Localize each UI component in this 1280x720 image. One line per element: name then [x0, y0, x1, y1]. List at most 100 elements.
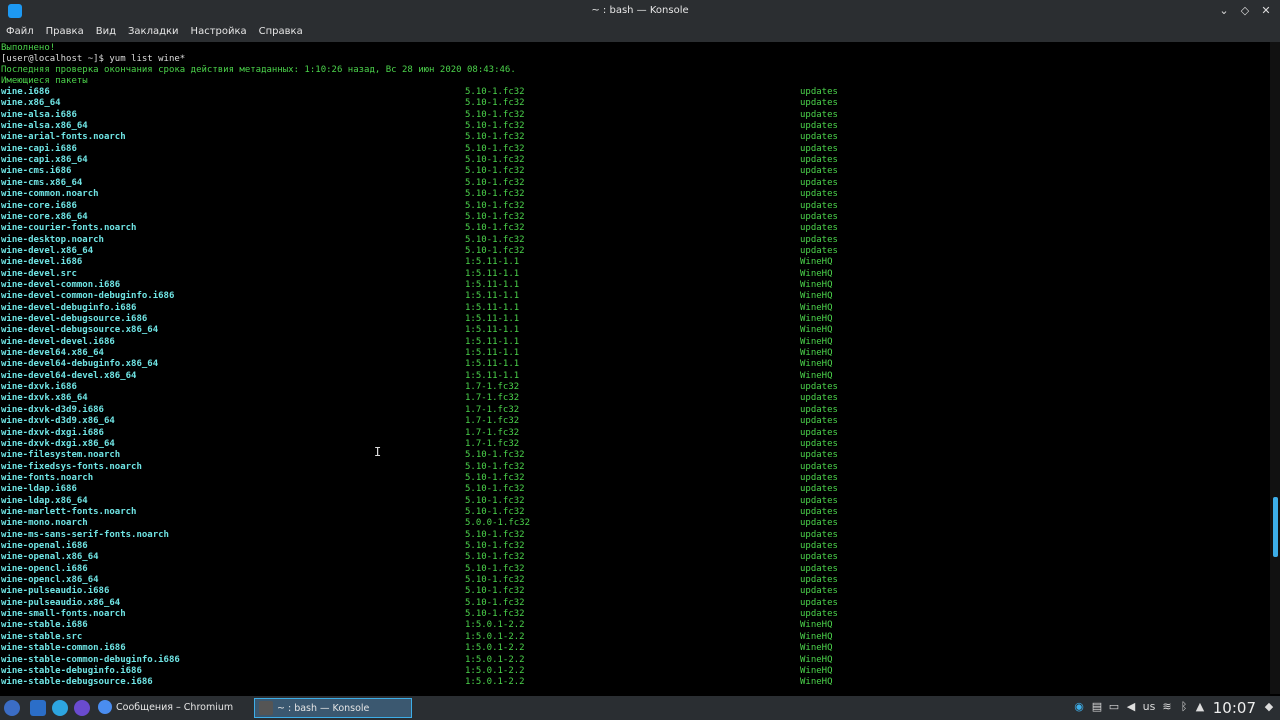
- keyboard-layout[interactable]: us: [1140, 700, 1158, 714]
- package-repo: updates: [800, 143, 838, 154]
- package-row: wine-capi.x86_64 5.10-1.fc32 updates: [0, 155, 1270, 166]
- package-name: wine-mono.noarch: [1, 518, 88, 529]
- package-name: wine-fonts.noarch: [1, 472, 94, 483]
- package-repo: WineHQ: [800, 631, 833, 642]
- package-repo: WineHQ: [800, 314, 833, 324]
- task-chromium-label: Сообщения – Chromium: [116, 702, 234, 713]
- package-name: wine-cms.x86_64: [1, 177, 83, 188]
- menu-help[interactable]: Справка: [259, 22, 309, 42]
- package-repo: updates: [800, 450, 838, 461]
- package-version: 1.7-1.fc32: [465, 438, 520, 449]
- package-row: wine-devel-common.i686 1:5.11-1.1 WineHQ: [0, 280, 1270, 291]
- package-row: wine-opencl.i686 5.10-1.fc32 updates: [0, 564, 1270, 575]
- package-version: 1:5.0.1-2.2: [465, 643, 525, 654]
- package-repo: WineHQ: [800, 336, 833, 347]
- package-name: wine-alsa.x86_64: [1, 121, 88, 132]
- package-row: wine-dxvk-dxgi.x86_64 1.7-1.fc32 updates: [0, 439, 1270, 450]
- package-repo: updates: [800, 586, 838, 597]
- package-name: wine-openal.i686: [1, 541, 88, 551]
- konsole-icon: [259, 701, 273, 715]
- expand-tray-icon[interactable]: ▲: [1193, 700, 1207, 714]
- package-repo: WineHQ: [800, 620, 833, 631]
- package-repo: updates: [800, 166, 838, 177]
- menu-view[interactable]: Вид: [96, 22, 122, 42]
- package-repo: updates: [800, 472, 838, 483]
- package-version: 1:5.0.1-2.2: [465, 665, 525, 676]
- package-repo: updates: [800, 563, 838, 574]
- package-name: wine-devel-common-debuginfo.i686: [1, 291, 175, 302]
- terminal-scrollbar[interactable]: [1270, 42, 1280, 694]
- package-repo: updates: [800, 393, 838, 404]
- text-cursor-icon: I: [374, 445, 382, 459]
- package-name: wine-cms.i686: [1, 166, 72, 177]
- window-titlebar[interactable]: ~ : bash — Konsole ⌄ ◇ ✕: [0, 0, 1280, 22]
- terminal-line-available: Имеющиеся пакеты: [1, 76, 88, 86]
- task-konsole[interactable]: ~ : bash — Konsole: [254, 698, 412, 718]
- minimize-icon[interactable]: ⌄: [1216, 3, 1232, 19]
- package-name: wine-small-fonts.noarch: [1, 609, 126, 620]
- package-repo: updates: [800, 177, 838, 188]
- package-row: wine-devel-common-debuginfo.i686 1:5.11-1…: [0, 291, 1270, 302]
- package-repo: updates: [800, 245, 838, 256]
- scrollbar-thumb[interactable]: [1273, 497, 1278, 557]
- terminal-line-command: [user@localhost ~]$ yum list wine*: [1, 54, 186, 64]
- menu-file[interactable]: Файл: [6, 22, 40, 42]
- package-version: 5.10-1.fc32: [465, 132, 525, 143]
- package-name: wine-pulseaudio.i686: [1, 586, 110, 597]
- application-launcher-icon[interactable]: [4, 700, 20, 716]
- volume-icon[interactable]: ◀: [1124, 700, 1138, 714]
- clock[interactable]: 10:07: [1213, 698, 1256, 718]
- browser-icon[interactable]: [74, 700, 90, 716]
- package-repo: WineHQ: [800, 677, 833, 688]
- menu-settings[interactable]: Настройка: [191, 22, 253, 42]
- package-repo: updates: [800, 189, 838, 200]
- network-manager-icon[interactable]: ◉: [1072, 700, 1086, 714]
- package-name: wine-pulseaudio.x86_64: [1, 597, 121, 608]
- writer-icon[interactable]: [30, 700, 46, 716]
- close-icon[interactable]: ✕: [1258, 3, 1274, 19]
- package-version: 1:5.11-1.1: [465, 348, 520, 359]
- package-row: wine-pulseaudio.x86_64 5.10-1.fc32 updates: [0, 598, 1270, 609]
- menu-edit[interactable]: Правка: [46, 22, 90, 42]
- package-repo: WineHQ: [800, 302, 833, 313]
- package-version: 5.10-1.fc32: [465, 450, 525, 461]
- package-row: wine-stable.src 1:5.0.1-2.2 WineHQ: [0, 632, 1270, 643]
- package-name: wine-stable-debuginfo.i686: [1, 665, 142, 676]
- menu-bookmarks[interactable]: Закладки: [128, 22, 185, 42]
- package-row: wine-common.noarch 5.10-1.fc32 updates: [0, 189, 1270, 200]
- package-version: 5.0.0-1.fc32: [465, 518, 531, 529]
- package-row: wine-devel-debugsource.x86_64 1:5.11-1.1 W…: [0, 325, 1270, 336]
- package-repo: updates: [800, 541, 838, 551]
- package-name: wine-ms-sans-serif-fonts.noarch: [1, 529, 169, 540]
- package-row: wine-ldap.i686 5.10-1.fc32 updates: [0, 484, 1270, 495]
- task-chromium[interactable]: Сообщения – Chromium: [94, 698, 252, 718]
- package-version: 5.10-1.fc32: [465, 200, 525, 211]
- package-version: 1:5.11-1.1: [465, 257, 520, 268]
- package-row: wine-devel.i686 1:5.11-1.1 WineHQ: [0, 257, 1270, 268]
- package-row: wine-devel-debuginfo.i686 1:5.11-1.1 WineH…: [0, 303, 1270, 314]
- package-repo: WineHQ: [800, 279, 833, 290]
- package-name: wine-dxvk-dxgi.i686: [1, 427, 104, 438]
- package-name: wine-desktop.noarch: [1, 234, 104, 245]
- show-desktop-icon[interactable]: ◆: [1262, 700, 1276, 714]
- package-row: wine-devel64-devel.x86_64 1:5.11-1.1 WineH…: [0, 371, 1270, 382]
- package-name: wine-devel64-debuginfo.x86_64: [1, 359, 159, 370]
- clipboard-icon[interactable]: ▤: [1090, 700, 1104, 714]
- package-name: wine-devel-devel.i686: [1, 336, 115, 347]
- package-name: wine-capi.i686: [1, 143, 77, 154]
- package-repo: updates: [800, 87, 838, 97]
- chromium-icon: [98, 700, 112, 714]
- terminal-line-done: Выполнено!: [1, 43, 56, 53]
- package-name: wine-fixedsys-fonts.noarch: [1, 461, 142, 472]
- package-repo: updates: [800, 552, 838, 563]
- package-name: wine-core.x86_64: [1, 211, 88, 222]
- bluetooth-icon[interactable]: ᛒ: [1177, 700, 1191, 714]
- battery-icon[interactable]: ▭: [1107, 700, 1121, 714]
- package-version: 1:5.11-1.1: [465, 370, 520, 381]
- terminal-output[interactable]: Выполнено! [user@localhost ~]$ yum list …: [0, 42, 1270, 694]
- telegram-icon[interactable]: [52, 700, 68, 716]
- package-version: 1:5.11-1.1: [465, 314, 520, 324]
- wifi-icon[interactable]: ≋: [1160, 700, 1174, 714]
- maximize-icon[interactable]: ◇: [1237, 3, 1253, 19]
- package-repo: updates: [800, 416, 838, 427]
